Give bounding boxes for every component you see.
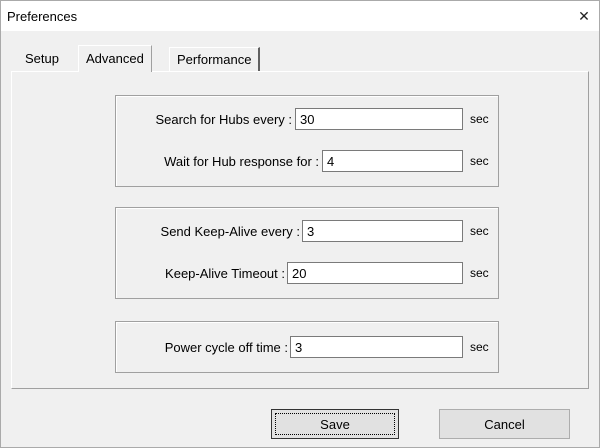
power-cycle-row: Power cycle off time : sec — [116, 336, 500, 360]
tab-strip: Setup Advanced Performance — [1, 31, 599, 75]
keepalive-timeout-label: Keep-Alive Timeout : — [165, 266, 285, 281]
power-cycle-unit: sec — [470, 340, 489, 354]
search-hubs-input[interactable] — [295, 108, 463, 130]
preferences-window: Preferences ✕ Setup Advanced Performance… — [0, 0, 600, 448]
keepalive-timeout-row: Keep-Alive Timeout : sec — [116, 262, 500, 286]
tab-setup[interactable]: Setup — [18, 47, 66, 71]
wait-hub-row: Wait for Hub response for : sec — [116, 150, 500, 174]
search-hubs-row: Search for Hubs every : sec — [116, 108, 500, 132]
cancel-button[interactable]: Cancel — [439, 409, 570, 439]
wait-hub-unit: sec — [470, 154, 489, 168]
close-icon[interactable]: ✕ — [569, 1, 599, 31]
keepalive-timeout-input[interactable] — [287, 262, 463, 284]
keepalive-timeout-unit: sec — [470, 266, 489, 280]
send-keepalive-input[interactable] — [302, 220, 463, 242]
wait-hub-input[interactable] — [322, 150, 463, 172]
window-title: Preferences — [7, 9, 78, 24]
power-cycle-input[interactable] — [290, 336, 463, 358]
hub-settings-group: Search for Hubs every : sec Wait for Hub… — [115, 95, 499, 187]
search-hubs-unit: sec — [470, 112, 489, 126]
tab-performance[interactable]: Performance — [169, 47, 261, 71]
save-button[interactable]: Save — [271, 409, 399, 439]
send-keepalive-row: Send Keep-Alive every : sec — [116, 220, 500, 244]
send-keepalive-label: Send Keep-Alive every : — [160, 224, 300, 239]
cancel-button-label: Cancel — [484, 416, 525, 432]
wait-hub-label: Wait for Hub response for : — [164, 154, 319, 169]
title-bar: Preferences ✕ — [1, 1, 599, 31]
keepalive-settings-group: Send Keep-Alive every : sec Keep-Alive T… — [115, 207, 499, 299]
power-cycle-label: Power cycle off time : — [164, 340, 288, 355]
send-keepalive-unit: sec — [470, 224, 489, 238]
tab-advanced[interactable]: Advanced — [78, 45, 152, 72]
power-settings-group: Power cycle off time : sec — [115, 321, 499, 373]
focus-rectangle — [275, 413, 395, 435]
search-hubs-label: Search for Hubs every : — [155, 112, 292, 127]
